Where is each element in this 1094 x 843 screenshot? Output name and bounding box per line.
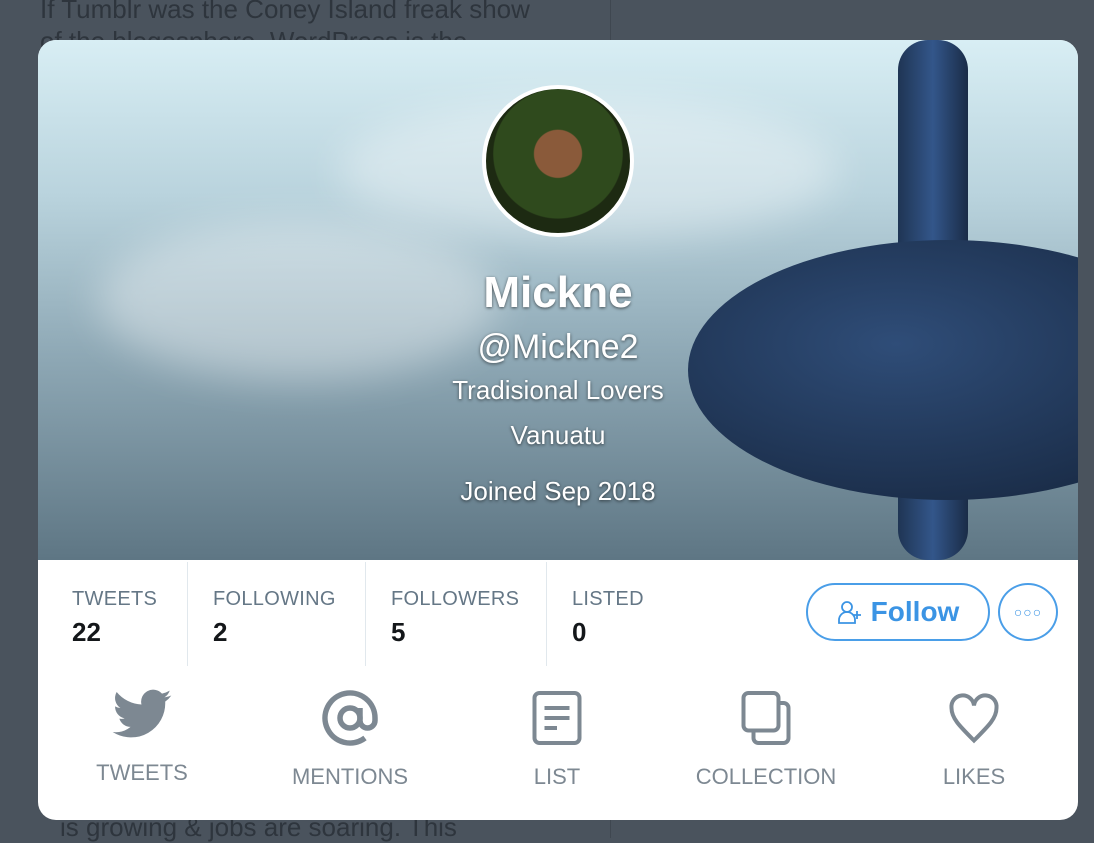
nav-label: LIKES: [942, 764, 1006, 789]
stat-listed[interactable]: LISTED 0: [547, 562, 727, 666]
profile-bio: Tradisional Lovers: [452, 375, 664, 405]
stat-label: LISTED: [572, 588, 644, 610]
list-icon: [532, 691, 582, 745]
nav-label: COLLECTION: [695, 764, 837, 789]
bird-icon: [112, 689, 172, 738]
stat-label: TWEETS: [72, 588, 158, 610]
bg-tweet-text: If Tumblr was the Coney Island freak sho…: [40, 0, 530, 24]
ellipsis-icon: ○○○: [1013, 604, 1043, 620]
stat-tweets[interactable]: TWEETS 22: [38, 562, 188, 666]
stat-label: FOLLOWERS: [391, 588, 520, 610]
nav-tweets[interactable]: TWEETS: [52, 688, 232, 786]
profile-location: Vanuatu: [510, 420, 606, 450]
heart-icon: [949, 693, 999, 744]
nav-likes[interactable]: LIKES: [884, 688, 1064, 790]
stat-following[interactable]: FOLLOWING 2: [188, 562, 366, 666]
nav-collection[interactable]: COLLECTION: [676, 688, 856, 790]
at-icon: [322, 690, 378, 746]
stat-value: 0: [572, 617, 587, 647]
profile-name[interactable]: Mickne: [38, 268, 1078, 318]
follow-button[interactable]: Follow: [806, 583, 990, 641]
stat-followers[interactable]: FOLLOWERS 5: [366, 562, 547, 666]
nav-list[interactable]: LIST: [467, 688, 647, 790]
profile-handle[interactable]: @Mickne2: [38, 328, 1078, 367]
nav-mentions[interactable]: MENTIONS: [260, 688, 440, 790]
nav-label: LIST: [533, 764, 581, 789]
profile-card: Mickne @Mickne2 Tradisional Lovers Vanua…: [38, 40, 1078, 820]
nav-label: MENTIONS: [291, 764, 409, 789]
follow-label: Follow: [870, 596, 960, 627]
stat-value: 5: [391, 617, 406, 647]
stat-value: 22: [72, 617, 101, 647]
nav-label: TWEETS: [96, 760, 188, 785]
avatar[interactable]: [482, 85, 634, 237]
stat-label: FOLLOWING: [213, 588, 336, 610]
add-user-icon: [837, 601, 861, 624]
profile-joined: Joined Sep 2018: [460, 476, 656, 506]
more-button[interactable]: ○○○: [998, 583, 1058, 641]
stat-value: 2: [213, 617, 228, 647]
collection-icon: [741, 691, 791, 745]
stats-bar: TWEETS 22 FOLLOWING 2 FOLLOWERS 5 LISTED 0: [38, 562, 727, 666]
profile-banner: Mickne @Mickne2 Tradisional Lovers Vanua…: [38, 40, 1078, 560]
